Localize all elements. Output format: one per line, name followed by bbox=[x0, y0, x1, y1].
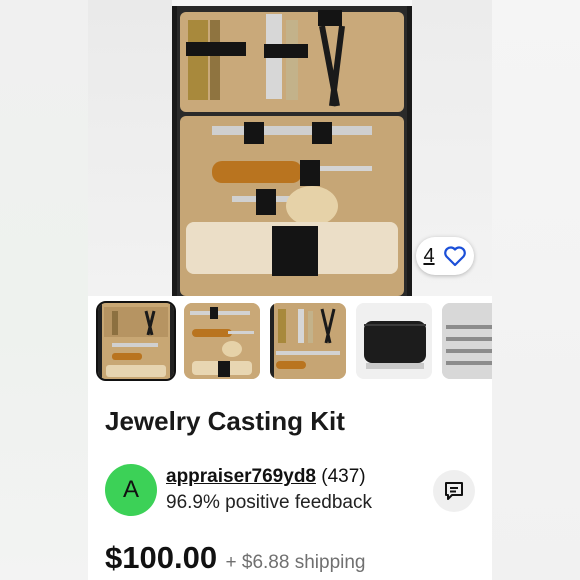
seller-feedback: 96.9% positive feedback bbox=[166, 492, 372, 513]
thumbnail-4-image bbox=[356, 303, 432, 379]
message-seller-button[interactable] bbox=[433, 470, 475, 512]
hero-background-left bbox=[88, 0, 172, 296]
seller-info: A appraiser769yd8 (437) 96.9% positive f… bbox=[105, 464, 475, 518]
thumbnail-1-image bbox=[98, 303, 174, 379]
thumbnail-4[interactable] bbox=[356, 303, 432, 379]
listing-price: $100.00 bbox=[105, 540, 218, 575]
thumbnail-2[interactable] bbox=[184, 303, 260, 379]
favorite-button[interactable]: 4 bbox=[416, 237, 474, 275]
thumbnail-strip bbox=[96, 301, 492, 383]
jewelry-kit-photo bbox=[172, 6, 412, 296]
listing-card: 4 Jewelry Casting Kit A appraiser769yd8 … bbox=[88, 0, 492, 580]
background-left bbox=[0, 0, 88, 580]
favorite-count: 4 bbox=[423, 244, 435, 267]
shipping-cost: + $6.88 shipping bbox=[225, 552, 366, 573]
heart-outline-icon bbox=[443, 246, 466, 267]
seller-avatar[interactable]: A bbox=[105, 464, 157, 516]
thumbnail-2-image bbox=[184, 303, 260, 379]
seller-name-line: appraiser769yd8 (437) bbox=[166, 466, 366, 488]
thumbnail-5[interactable] bbox=[442, 303, 492, 379]
seller-rating-count: (437) bbox=[321, 466, 366, 487]
seller-username-link[interactable]: appraiser769yd8 bbox=[166, 466, 316, 487]
thumbnail-1[interactable] bbox=[96, 301, 176, 381]
listing-title: Jewelry Casting Kit bbox=[105, 406, 345, 436]
thumbnail-3-image bbox=[270, 303, 346, 379]
message-icon bbox=[445, 482, 463, 500]
thumbnail-5-image bbox=[442, 303, 492, 379]
background-right bbox=[492, 0, 580, 580]
price-row: $100.00 + $6.88 shipping bbox=[105, 540, 366, 576]
hero-image[interactable]: 4 bbox=[88, 0, 492, 296]
thumbnail-3[interactable] bbox=[270, 303, 346, 379]
